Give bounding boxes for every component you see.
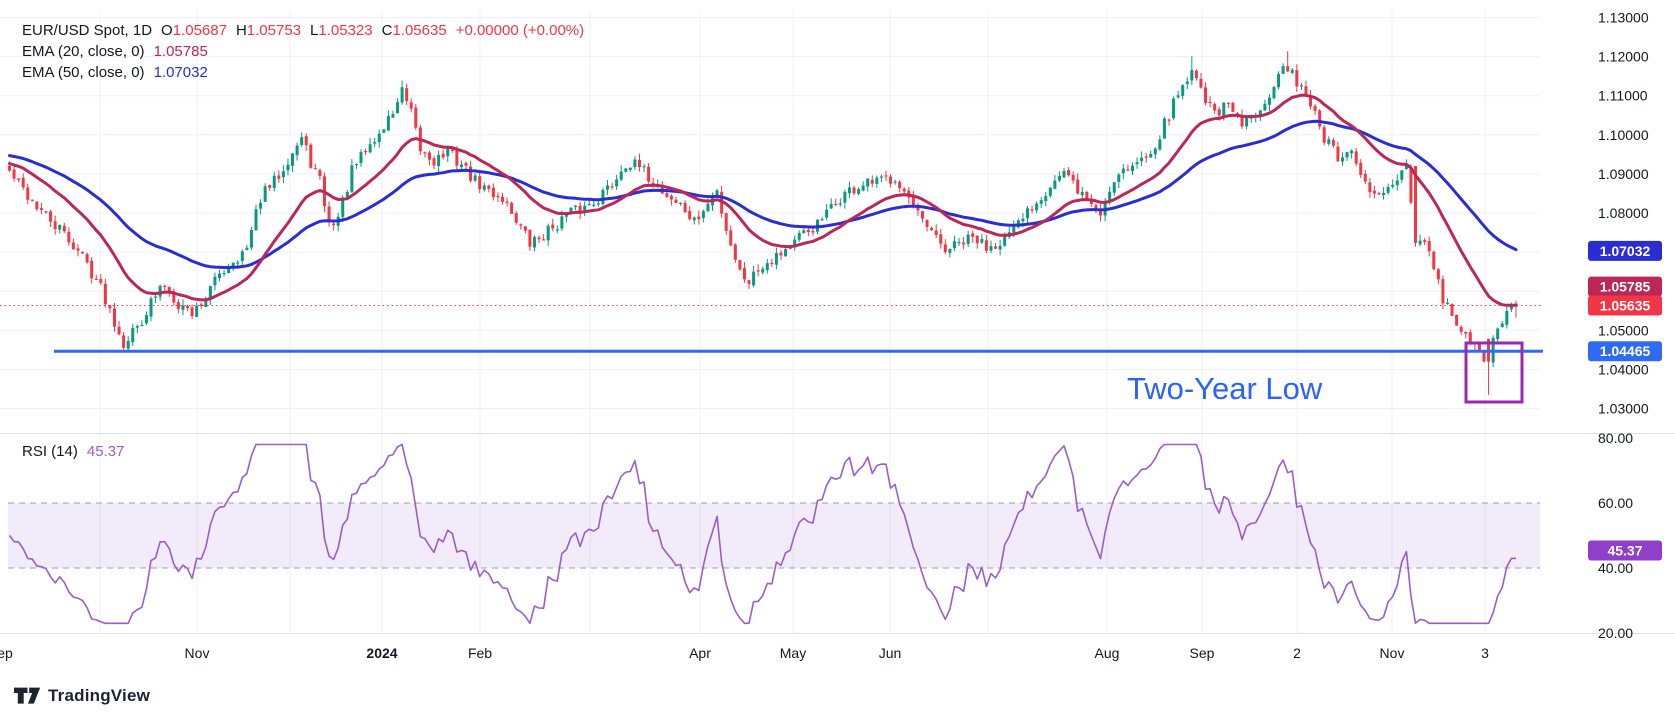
two-year-low-annotation[interactable]: Two-Year Low: [1127, 371, 1322, 407]
rsi-axis-tick: 20.00: [1598, 625, 1633, 641]
ema50-value: 1.07032: [154, 64, 208, 81]
time-axis-label: 2: [1293, 645, 1301, 661]
time-axis-label: Feb: [468, 645, 492, 661]
time-axis-label: ep: [0, 645, 13, 661]
ema20-legend-row[interactable]: EMA (20, close, 0) 1.05785: [22, 41, 584, 62]
tradingview-watermark-text: TradingView: [48, 686, 150, 706]
price-badge: 1.05635: [1600, 297, 1651, 313]
time-axis-label: Aug: [1095, 645, 1120, 661]
price-axis-tick: 1.08000: [1598, 205, 1649, 221]
symbol-legend[interactable]: EUR/USD Spot, 1DO1.05687H1.05753L1.05323…: [22, 20, 584, 83]
time-axis-label: Sep: [1190, 645, 1215, 661]
time-axis-label: 3: [1481, 645, 1489, 661]
ema50-legend-row[interactable]: EMA (50, close, 0) 1.07032: [22, 62, 584, 83]
ema20-value: 1.05785: [154, 43, 208, 60]
price-axis-tick: 1.05000: [1598, 322, 1649, 338]
close-label: C: [382, 22, 393, 39]
tradingview-watermark: TradingView: [14, 686, 150, 706]
rsi-axis-tick: 80.00: [1598, 430, 1633, 446]
price-axis-tick: 1.13000: [1598, 10, 1649, 26]
time-axis-label: 2024: [366, 645, 397, 661]
price-axis-tick: 1.10000: [1598, 127, 1649, 143]
time-axis-label: Jun: [879, 645, 902, 661]
rsi-axis-tick: 40.00: [1598, 560, 1633, 576]
ema50-label: EMA (50, close, 0): [22, 64, 145, 81]
time-axis-label: Nov: [1380, 645, 1405, 661]
price-axis-tick: 1.12000: [1598, 49, 1649, 65]
symbol-title[interactable]: EUR/USD Spot, 1D: [22, 22, 152, 39]
time-axis-label: May: [780, 645, 806, 661]
open-label: O: [161, 22, 173, 39]
tradingview-logo-icon: [14, 686, 41, 706]
close-value: 1.05635: [392, 22, 446, 39]
price-axis-tick: 1.11000: [1598, 88, 1648, 104]
rsi-axis-tick: 60.00: [1598, 495, 1633, 511]
ema20-label: EMA (20, close, 0): [22, 43, 145, 60]
rsi-label: RSI (14): [22, 443, 78, 460]
tradingview-chart-window: 1.13000 1.12000 1.11000 1.10000 1.09000 1.080…: [0, 0, 1675, 718]
price-badge: 1.07032: [1600, 243, 1651, 259]
rsi-value: 45.37: [87, 443, 125, 460]
price-axis-tick: 1.04000: [1598, 361, 1649, 377]
price-axis-tick: 1.09000: [1598, 166, 1649, 182]
price-axis-tick: 1.03000: [1598, 401, 1649, 417]
change-value: +0.00000 (+0.00%): [456, 22, 584, 39]
symbol-ohlc-row[interactable]: EUR/USD Spot, 1DO1.05687H1.05753L1.05323…: [22, 20, 584, 41]
price-badge: 1.04465: [1600, 343, 1651, 359]
rsi-legend-row[interactable]: RSI (14) 45.37: [22, 443, 124, 460]
time-axis-label: Apr: [689, 645, 711, 661]
high-label: H: [236, 22, 247, 39]
price-badge: 1.05785: [1600, 279, 1651, 295]
open-value: 1.05687: [173, 22, 227, 39]
low-value: 1.05323: [318, 22, 372, 39]
price-badge: 45.37: [1607, 543, 1642, 559]
price-chart-canvas[interactable]: 1.13000 1.12000 1.11000 1.10000 1.09000 1.080…: [0, 0, 1675, 718]
high-value: 1.05753: [247, 22, 301, 39]
time-axis-label: Nov: [185, 645, 210, 661]
